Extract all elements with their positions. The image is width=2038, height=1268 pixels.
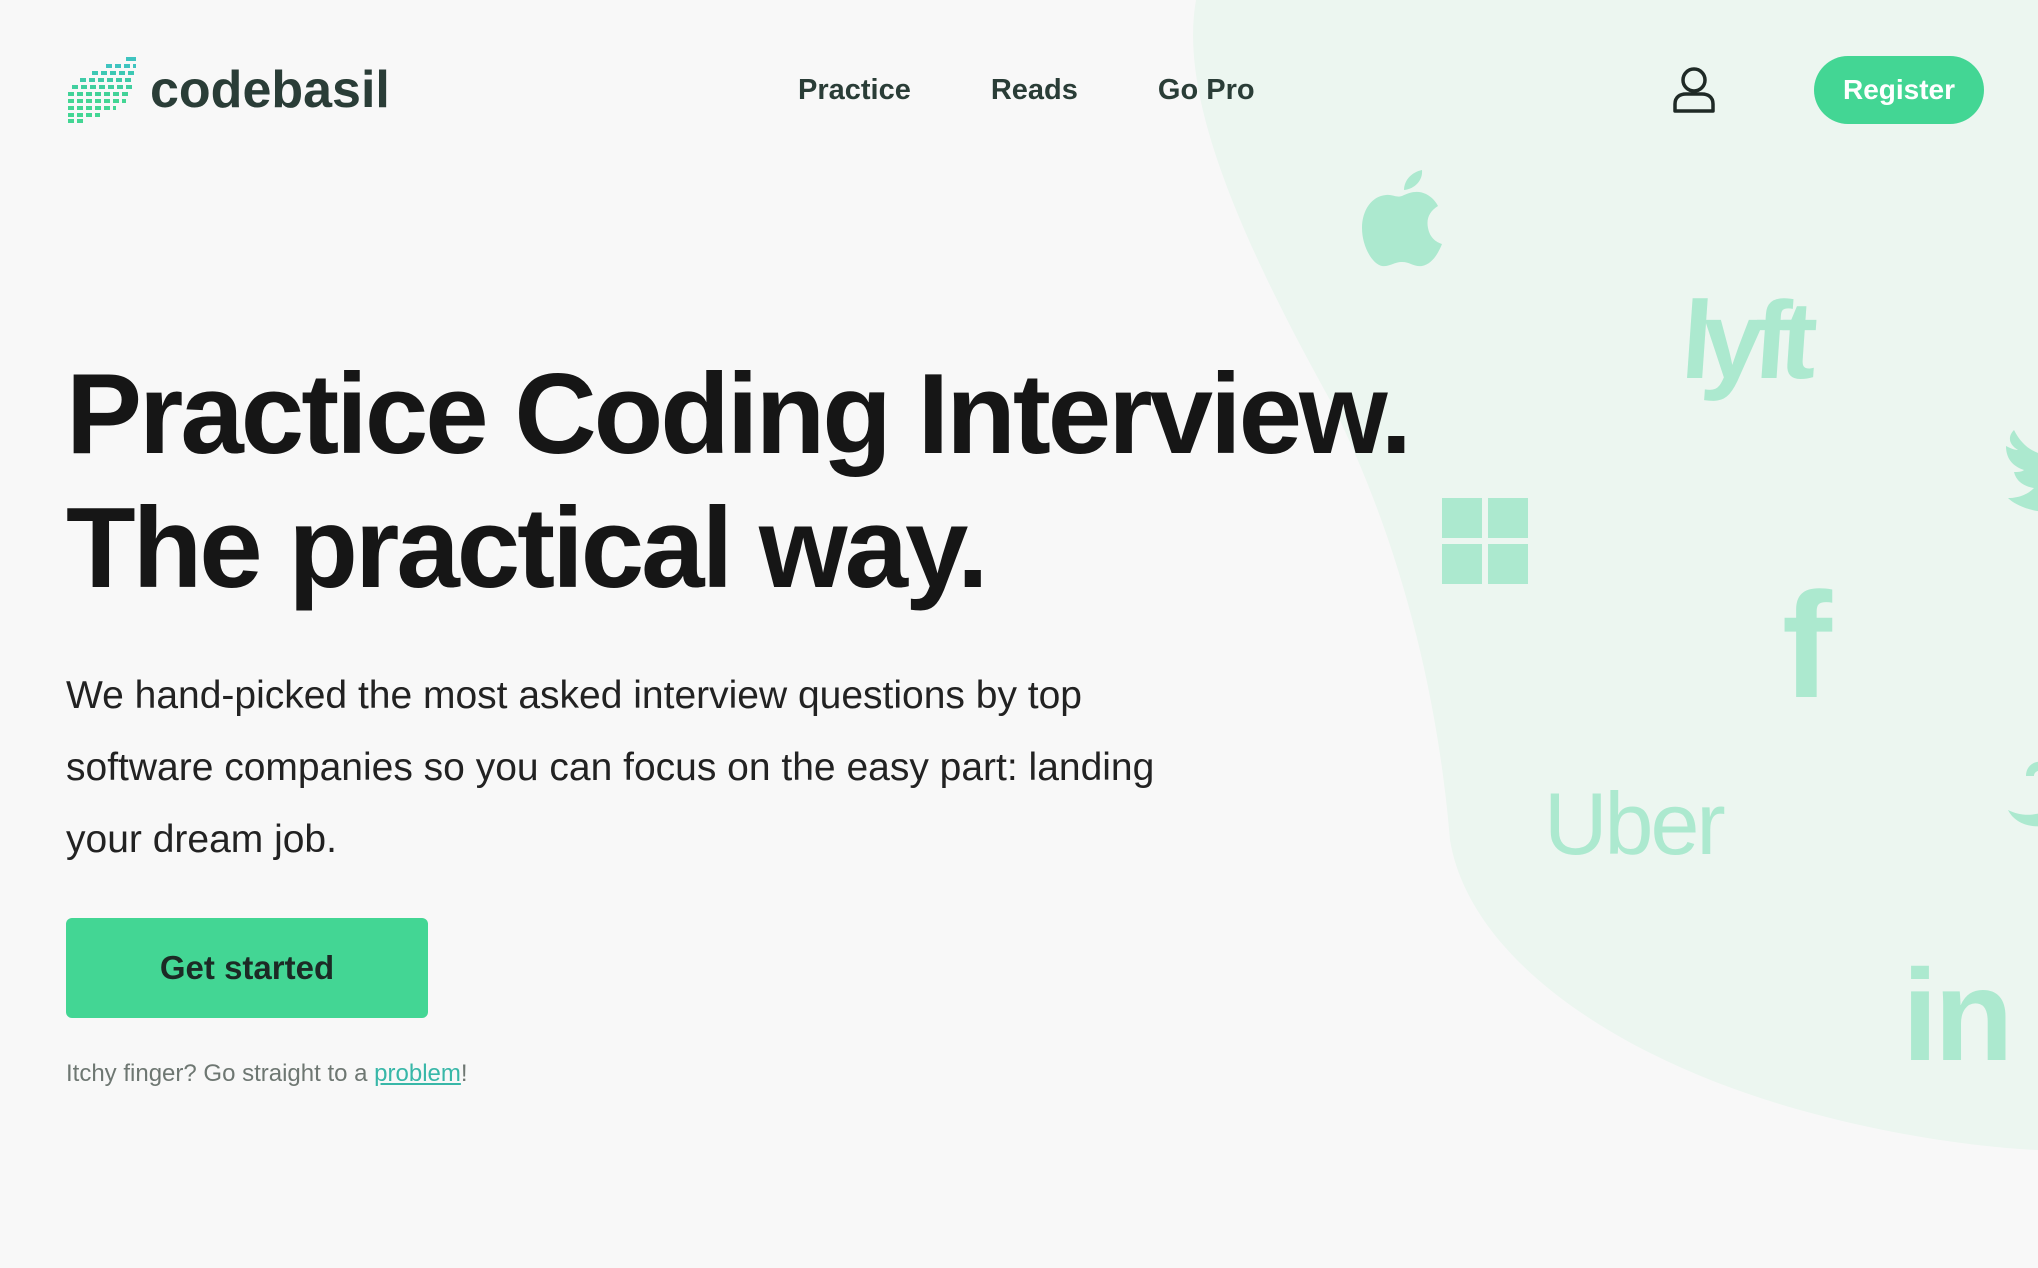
landing-page: codebasil Practice Reads Go Pro Register… bbox=[0, 0, 2038, 1268]
uber-logo: Uber bbox=[1544, 774, 1726, 873]
problem-hint: Itchy finger? Go straight to a problem! bbox=[66, 1060, 468, 1088]
user-icon[interactable] bbox=[1672, 66, 1716, 114]
nav-item-reads[interactable]: Reads bbox=[991, 74, 1078, 107]
twitter-icon bbox=[2006, 430, 2038, 512]
hero-title-line-1: Practice Coding Interview. bbox=[66, 351, 1412, 478]
hero-description: We hand-picked the most asked interview … bbox=[66, 674, 1155, 861]
nav-item-go-pro[interactable]: Go Pro bbox=[1158, 74, 1255, 107]
hint-suffix: ! bbox=[460, 1060, 468, 1087]
hero-title: Practice Coding Interview. The practical… bbox=[66, 348, 1412, 616]
brand-logo[interactable]: codebasil bbox=[66, 56, 390, 124]
facebook-logo: f bbox=[1782, 561, 1832, 729]
windows-icon bbox=[1442, 498, 1528, 584]
lyft-logo: lyft bbox=[1677, 279, 1812, 402]
linkedin-logo: in bbox=[1902, 942, 2014, 1088]
nav-item-practice[interactable]: Practice bbox=[798, 74, 911, 107]
problem-link[interactable]: problem bbox=[374, 1060, 461, 1087]
amazon-icon bbox=[2008, 761, 2038, 827]
stacked-dashes-logo-icon bbox=[68, 57, 136, 123]
hint-text: Itchy finger? Go straight to a bbox=[66, 1060, 375, 1087]
hero-title-line-2: The practical way. bbox=[66, 485, 989, 612]
brand-name: codebasil bbox=[150, 61, 390, 119]
register-button[interactable]: Register bbox=[1814, 56, 1984, 124]
main-nav: Practice Reads Go Pro bbox=[798, 74, 1255, 107]
site-header: codebasil Practice Reads Go Pro Register bbox=[0, 0, 2038, 184]
get-started-button[interactable]: Get started bbox=[66, 918, 428, 1018]
